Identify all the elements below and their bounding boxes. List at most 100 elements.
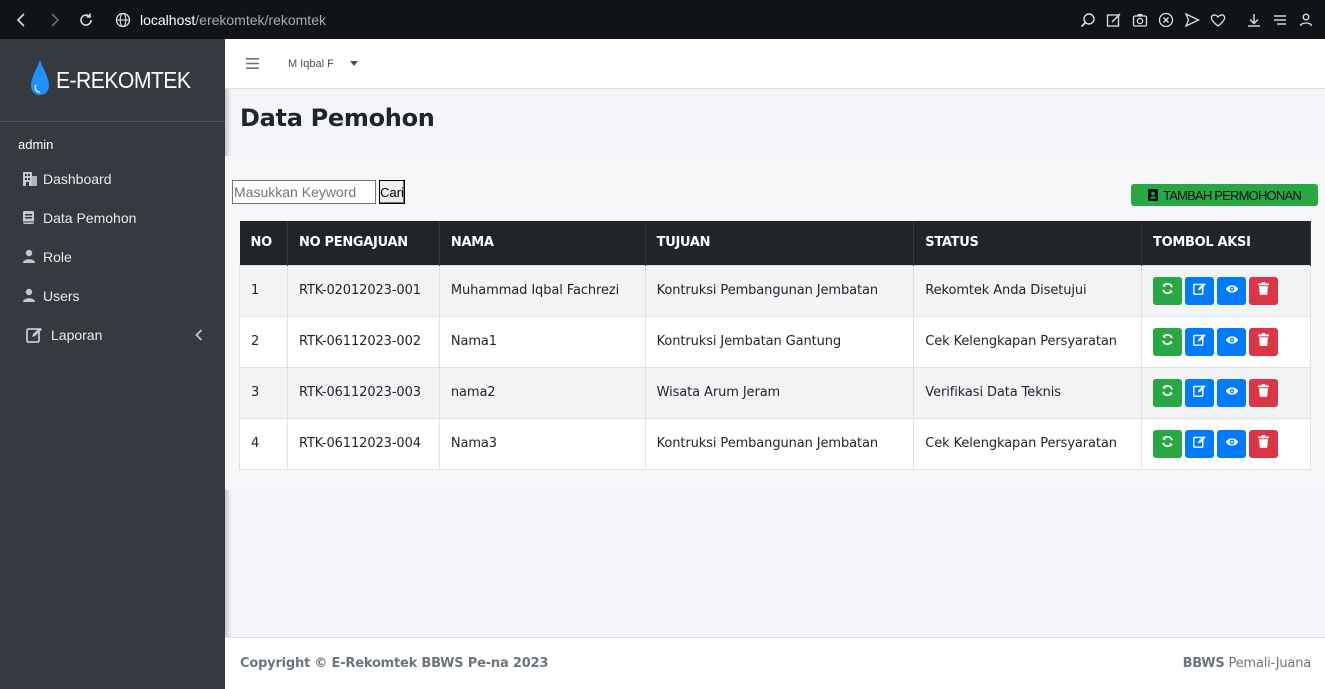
footer-org-bold: BBWS <box>1182 656 1225 671</box>
table-row: 2 RTK-06112023-002 Nama1 Kontruksi Jembatan… <box>239 315 1311 368</box>
zoom-search-icon[interactable] <box>1075 0 1101 39</box>
sidebar-item-role[interactable]: Role <box>0 237 225 276</box>
column-header: NAMA <box>439 221 646 265</box>
trash-icon <box>1258 384 1269 401</box>
table-row: 1 RTK-02012023-001 Muhammad Iqbal Fachrezi… <box>239 264 1311 317</box>
top-navbar: M Iqbal F <box>225 39 1325 89</box>
search-button[interactable]: Cari <box>379 180 405 204</box>
forward-icon[interactable] <box>38 0 70 39</box>
footer-copyright: Copyright © E-Rekomtek BBWS Pe-na 2023 <box>240 656 549 671</box>
chevron-left-icon[interactable] <box>195 315 203 354</box>
row-no-pengajuan: RTK-06112023-002 <box>286 315 440 368</box>
column-header: NO <box>239 221 288 265</box>
user-icon <box>22 288 40 303</box>
sidebar-item-dashboard[interactable]: Dashboard <box>0 159 225 198</box>
row-status: Cek Kelengkapan Persyaratan <box>913 417 1142 470</box>
sidebar-item-data-pemohon[interactable]: Data Pemohon <box>0 198 225 237</box>
edit-page-icon[interactable] <box>1101 0 1127 39</box>
eye-icon <box>1225 334 1239 350</box>
eye-icon <box>1225 436 1239 452</box>
brand-logo[interactable]: E-REKOMTEK <box>0 39 225 122</box>
water-drop-icon <box>30 59 50 102</box>
back-icon[interactable] <box>6 0 38 39</box>
close-circle-icon[interactable] <box>1153 0 1179 39</box>
refresh-icon <box>1161 384 1174 401</box>
trash-icon <box>1258 282 1269 299</box>
row-number: 2 <box>239 315 288 368</box>
edit-button[interactable] <box>1185 378 1214 407</box>
sidebar-item-laporan[interactable]: Laporan <box>0 315 225 354</box>
delete-button[interactable] <box>1249 327 1278 356</box>
update-status-button[interactable] <box>1153 378 1182 407</box>
add-button-label: TAMBAH PERMOHONAN <box>1163 187 1302 203</box>
table-row: 3 RTK-06112023-003 nama2 Wisata Arum Jeram V… <box>239 366 1311 419</box>
row-status: Rekomtek Anda Disetujui <box>913 264 1142 317</box>
row-status: Verifikasi Data Teknis <box>913 366 1142 419</box>
send-icon[interactable] <box>1179 0 1205 39</box>
eye-icon <box>1225 385 1239 401</box>
update-status-button[interactable] <box>1153 429 1182 458</box>
page-title: Data Pemohon <box>240 104 435 132</box>
building-icon <box>22 171 40 186</box>
address-book-icon <box>1148 189 1159 201</box>
row-nama: Muhammad Iqbal Fachrezi <box>438 264 646 317</box>
sidebar-item-label: Laporan <box>51 326 103 343</box>
brand-text: E-REKOMTEK <box>56 66 191 93</box>
url-path: /erekomtek/rekomtek <box>195 11 326 28</box>
pemohon-table: NO NO PENGAJUAN NAMA TUJUAN STATUS TOMBO… <box>239 221 1311 470</box>
view-button[interactable] <box>1217 327 1246 356</box>
view-button[interactable] <box>1217 429 1246 458</box>
address-bar[interactable]: localhost/erekomtek/rekomtek <box>140 12 326 28</box>
row-no-pengajuan: RTK-06112023-004 <box>286 417 440 470</box>
row-nama: Nama1 <box>438 315 646 368</box>
heart-icon[interactable] <box>1205 0 1231 39</box>
update-status-button[interactable] <box>1153 276 1182 305</box>
menu-lines-icon[interactable] <box>1267 0 1293 39</box>
hamburger-icon[interactable] <box>246 58 260 69</box>
view-button[interactable] <box>1217 276 1246 305</box>
row-actions <box>1141 315 1311 368</box>
edit-icon <box>26 327 48 343</box>
camera-icon[interactable] <box>1127 0 1153 39</box>
row-tujuan: Kontruksi Jembatan Gantung <box>644 315 915 368</box>
sidebar-item-label: Users <box>43 287 80 304</box>
row-number: 1 <box>239 264 288 317</box>
table-header-row: NO NO PENGAJUAN NAMA TUJUAN STATUS TOMBO… <box>239 221 1311 265</box>
row-nama: nama2 <box>438 366 646 419</box>
refresh-icon <box>1161 435 1174 452</box>
sidebar-item-users[interactable]: Users <box>0 276 225 315</box>
user-dropdown[interactable]: M Iqbal F <box>288 58 358 70</box>
row-no-pengajuan: RTK-06112023-003 <box>286 366 440 419</box>
download-icon[interactable] <box>1241 0 1267 39</box>
profile-icon[interactable] <box>1293 0 1319 39</box>
table-row: 4 RTK-06112023-004 Nama3 Kontruksi Pembangu… <box>239 417 1311 470</box>
search-input[interactable] <box>232 180 376 204</box>
delete-button[interactable] <box>1249 429 1278 458</box>
edit-icon <box>1193 333 1206 350</box>
globe-icon <box>108 12 138 28</box>
edit-icon <box>1193 435 1206 452</box>
caret-down-icon <box>349 61 358 66</box>
edit-button[interactable] <box>1185 429 1214 458</box>
column-header: NO PENGAJUAN <box>287 221 440 265</box>
row-nama: Nama3 <box>438 417 646 470</box>
row-number: 4 <box>239 417 288 470</box>
row-tujuan: Wisata Arum Jeram <box>644 366 915 419</box>
column-header: STATUS <box>913 221 1142 265</box>
edit-button[interactable] <box>1185 327 1214 356</box>
reload-icon[interactable] <box>70 0 102 39</box>
row-tujuan: Kontruksi Pembangunan Jembatan <box>644 417 915 470</box>
sidebar-item-label: Data Pemohon <box>43 209 137 226</box>
footer-org-rest: Pemali-Juana <box>1224 656 1312 671</box>
browser-toolbar: localhost/erekomtek/rekomtek <box>0 0 1325 39</box>
row-no-pengajuan: RTK-02012023-001 <box>286 264 440 317</box>
book-icon <box>22 210 40 225</box>
add-permohonan-button[interactable]: TAMBAH PERMOHONAN <box>1131 184 1318 206</box>
delete-button[interactable] <box>1249 276 1278 305</box>
row-tujuan: Kontruksi Pembangunan Jembatan <box>644 264 915 317</box>
edit-button[interactable] <box>1185 276 1214 305</box>
trash-icon <box>1258 435 1269 452</box>
delete-button[interactable] <box>1249 378 1278 407</box>
update-status-button[interactable] <box>1153 327 1182 356</box>
view-button[interactable] <box>1217 378 1246 407</box>
